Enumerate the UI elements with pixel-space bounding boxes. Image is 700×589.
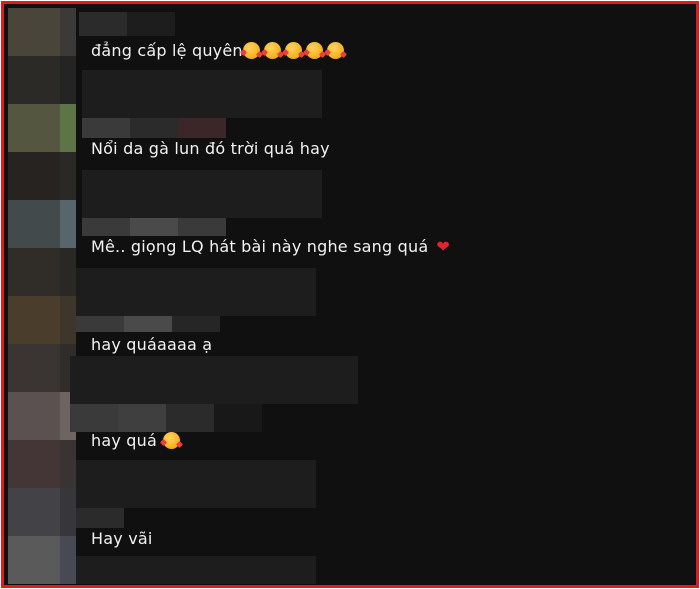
comment-text: hay quá [91,431,158,450]
blurred-username [79,12,127,36]
smiling-face-with-hearts-icon [163,432,181,449]
smiling-face-with-hearts-icon [284,42,302,59]
avatar[interactable] [8,104,76,152]
comment-item: hay quáaaaa ạ [91,334,212,356]
smiling-face-with-hearts-icon [326,42,344,59]
comment-text: Nổi da gà lun đó trời quá hay [91,139,330,158]
blurred-username [118,404,166,432]
avatar[interactable] [8,296,76,344]
comment-text: hay quáaaaa ạ [91,335,213,354]
comment-text: Hay vãi [91,529,153,548]
avatar[interactable] [8,200,76,248]
blurred-username [82,70,322,118]
blurred-username [214,404,262,432]
blurred-username [130,118,178,138]
blurred-username [124,316,172,332]
blurred-username [82,218,130,236]
comment-text: Mê.. giọng LQ hát bài này nghe sang quá [91,237,429,256]
avatar[interactable] [8,152,76,200]
avatar[interactable] [8,344,76,392]
avatar[interactable] [8,56,76,104]
avatar[interactable] [8,248,76,296]
comment-item: hay quá [91,430,181,452]
avatar-column [8,8,76,584]
smiling-face-with-hearts-icon [242,42,260,59]
comment-text: đẳng cấp lệ quyên [91,41,243,60]
comment-item: đẳng cấp lệ quyên [91,40,344,62]
blurred-username [127,12,175,36]
comment-item: Mê.. giọng LQ hát bài này nghe sang quá ❤ [91,236,450,258]
blurred-username [70,404,118,432]
blurred-username [82,170,322,218]
smiling-face-with-hearts-icon [305,42,323,59]
blurred-username [172,316,220,332]
avatar[interactable] [8,488,76,536]
avatar[interactable] [8,392,76,440]
blurred-username [130,218,178,236]
blurred-username [82,118,130,138]
blurred-username [166,404,214,432]
avatar[interactable] [8,440,76,488]
blurred-username [76,556,316,584]
blurred-username [76,460,316,508]
comment-screenshot-frame: đẳng cấp lệ quyên Nổi da gà lun đó trời … [1,1,699,588]
blurred-username [76,508,124,528]
avatar[interactable] [8,536,76,584]
comment-item: Hay vãi [91,528,153,550]
smiling-face-with-hearts-icon [263,42,281,59]
avatar[interactable] [8,8,76,56]
comment-item: Nổi da gà lun đó trời quá hay [91,138,330,160]
red-heart-icon: ❤ [436,237,450,256]
blurred-username [76,316,124,332]
blurred-username [76,268,316,316]
blurred-username [178,218,226,236]
blurred-username [70,356,358,404]
blurred-username [178,118,226,138]
